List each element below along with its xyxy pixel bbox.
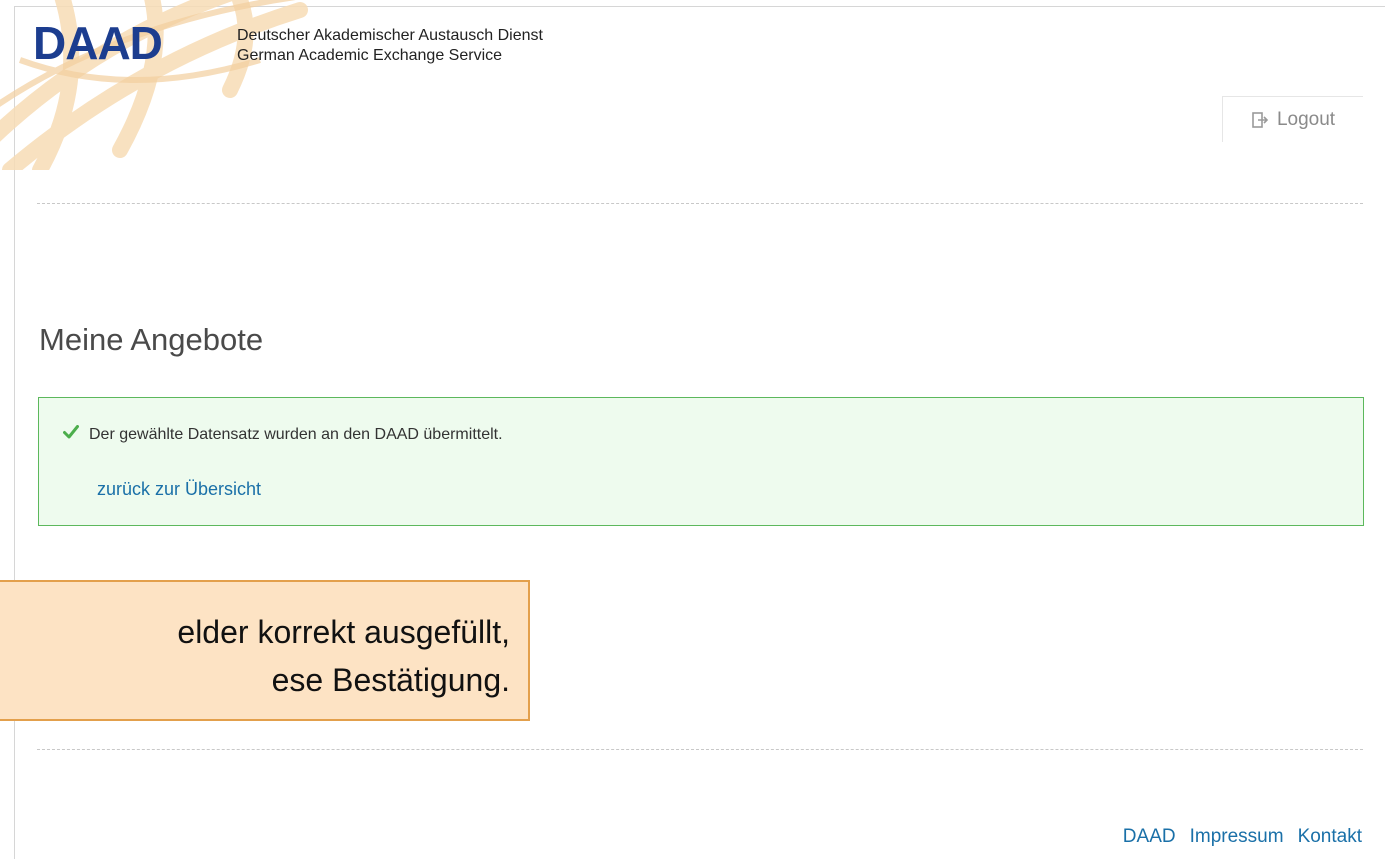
footer-link-impressum[interactable]: Impressum (1190, 826, 1284, 848)
footer-divider (37, 749, 1363, 750)
alert-message: Der gewählte Datensatz wurden an den DAA… (89, 425, 503, 443)
page-title: Meine Angebote (39, 322, 264, 357)
org-name-de: Deutscher Akademischer Austausch Dienst (237, 27, 543, 44)
footer-link-kontakt[interactable]: Kontakt (1298, 826, 1362, 848)
header-divider (37, 203, 1363, 204)
callout-line-2: ese Bestätigung. (271, 662, 510, 698)
organization-names: Deutscher Akademischer Austausch Dienst … (237, 26, 543, 66)
org-name-en: German Academic Exchange Service (237, 47, 503, 64)
checkmark-icon (63, 425, 79, 444)
logout-icon (1251, 111, 1269, 129)
back-to-overview-link[interactable]: zurück zur Übersicht (97, 479, 261, 500)
alert-message-row: Der gewählte Datensatz wurden an den DAA… (63, 425, 503, 444)
logout-button[interactable]: Logout (1222, 96, 1363, 142)
callout-text: elder korrekt ausgefüllt, ese Bestätigun… (0, 608, 510, 704)
footer-link-daad[interactable]: DAAD (1123, 826, 1176, 848)
tutorial-callout: elder korrekt ausgefüllt, ese Bestätigun… (0, 580, 530, 721)
footer-links: DAAD Impressum Kontakt (1123, 826, 1362, 848)
page: DAAD Deutscher Akademischer Austausch Di… (0, 0, 1385, 859)
success-alert: Der gewählte Datensatz wurden an den DAA… (38, 397, 1364, 526)
callout-line-1: elder korrekt ausgefüllt, (177, 614, 510, 650)
daad-logo[interactable]: DAAD (33, 20, 163, 66)
logout-label: Logout (1276, 108, 1336, 130)
